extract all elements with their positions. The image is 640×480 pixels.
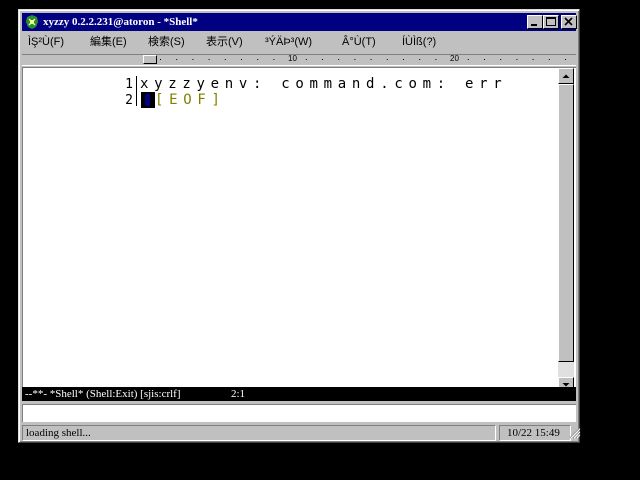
- ruler-tick: [386, 59, 388, 60]
- mode-line-info: --**- *Shell* (Shell:Exit) [sjis:crlf]: [25, 388, 181, 400]
- ruler-tick: [338, 59, 340, 60]
- maximize-button[interactable]: [543, 15, 559, 29]
- title-bar[interactable]: xyzzy 0.2.2.231@atoron - *Shell*: [22, 13, 577, 31]
- menu-search[interactable]: 検索(S): [148, 35, 185, 50]
- ruler-tick: [500, 59, 502, 60]
- status-message: loading shell...: [22, 425, 496, 441]
- scroll-thumb[interactable]: [558, 84, 574, 362]
- minibuffer[interactable]: [22, 404, 576, 422]
- maximize-icon: [546, 17, 556, 26]
- app-window: xyzzy 0.2.2.231@atoron - *Shell* ÌŞ²Ù(F)…: [18, 9, 581, 443]
- arrow-up-icon: [562, 74, 570, 78]
- ruler-tick: [241, 59, 242, 60]
- ruler-tick: [176, 59, 178, 60]
- menu-help[interactable]: ÍÙÌß(?): [402, 35, 436, 50]
- line-number-1: 1: [125, 77, 133, 92]
- ruler: 10 20: [22, 54, 576, 66]
- menu-edit[interactable]: 編集(E): [90, 35, 127, 50]
- menu-view[interactable]: 表示(V): [206, 35, 243, 50]
- menu-window[interactable]: ³ÝÄÞ³(W): [265, 35, 312, 50]
- ruler-ticks: [160, 59, 566, 60]
- minimize-button[interactable]: [527, 15, 543, 29]
- cursor-highlight: [145, 94, 150, 106]
- ruler-tick: [532, 59, 534, 60]
- ruler-tick: [305, 59, 307, 60]
- close-icon: [564, 17, 573, 26]
- ruler-tick: [565, 59, 566, 60]
- ruler-tick: [419, 59, 421, 60]
- eof-marker: [EOF]: [155, 92, 226, 108]
- vertical-scrollbar[interactable]: [558, 68, 574, 393]
- menu-bar: ÌŞ²Ù(F) 編集(E) 検索(S) 表示(V) ³ÝÄÞ³(W) Â°Ù(T…: [22, 33, 576, 52]
- ruler-tick: [208, 59, 210, 60]
- ruler-tick: [273, 59, 275, 60]
- size-grip-icon[interactable]: [569, 427, 581, 439]
- menu-tools[interactable]: Â°Ù(T): [342, 35, 376, 50]
- ruler-tick: [516, 59, 518, 60]
- window-title: xyzzy 0.2.2.231@atoron - *Shell*: [43, 16, 198, 28]
- minimize-icon: [531, 24, 537, 26]
- status-bar: loading shell... 10/22 15:49: [22, 425, 581, 441]
- ruler-tick: [257, 59, 259, 60]
- ruler-mark-20: 20: [450, 54, 459, 63]
- ruler-tick: [435, 59, 437, 60]
- editor-line-1: xyzzyenv: command.com: err: [140, 76, 508, 92]
- ruler-tick: [160, 59, 161, 60]
- ruler-mark-10: 10: [288, 54, 297, 63]
- gutter-separator: [136, 76, 137, 106]
- close-button[interactable]: [561, 15, 577, 29]
- ruler-tick: [322, 59, 323, 60]
- ruler-tick: [484, 59, 485, 60]
- ruler-indent-marker[interactable]: [143, 55, 157, 64]
- ruler-tick: [224, 59, 226, 60]
- xyzzy-app-icon[interactable]: [24, 14, 40, 30]
- mode-line: --**- *Shell* (Shell:Exit) [sjis:crlf] 2…: [22, 387, 576, 401]
- ruler-tick: [403, 59, 404, 60]
- line-number-2: 2: [125, 93, 133, 108]
- scroll-up-button[interactable]: [558, 68, 574, 84]
- ruler-tick: [192, 59, 194, 60]
- status-datetime: 10/22 15:49: [499, 425, 571, 441]
- ruler-tick: [467, 59, 469, 60]
- editor-pane[interactable]: 1 2 xyzzyenv: command.com: err [EOF]: [22, 67, 576, 393]
- ruler-tick: [548, 59, 550, 60]
- cursor-position: 2:1: [231, 388, 246, 400]
- ruler-tick: [370, 59, 372, 60]
- menu-file[interactable]: ÌŞ²Ù(F): [28, 35, 64, 50]
- ruler-tick: [354, 59, 356, 60]
